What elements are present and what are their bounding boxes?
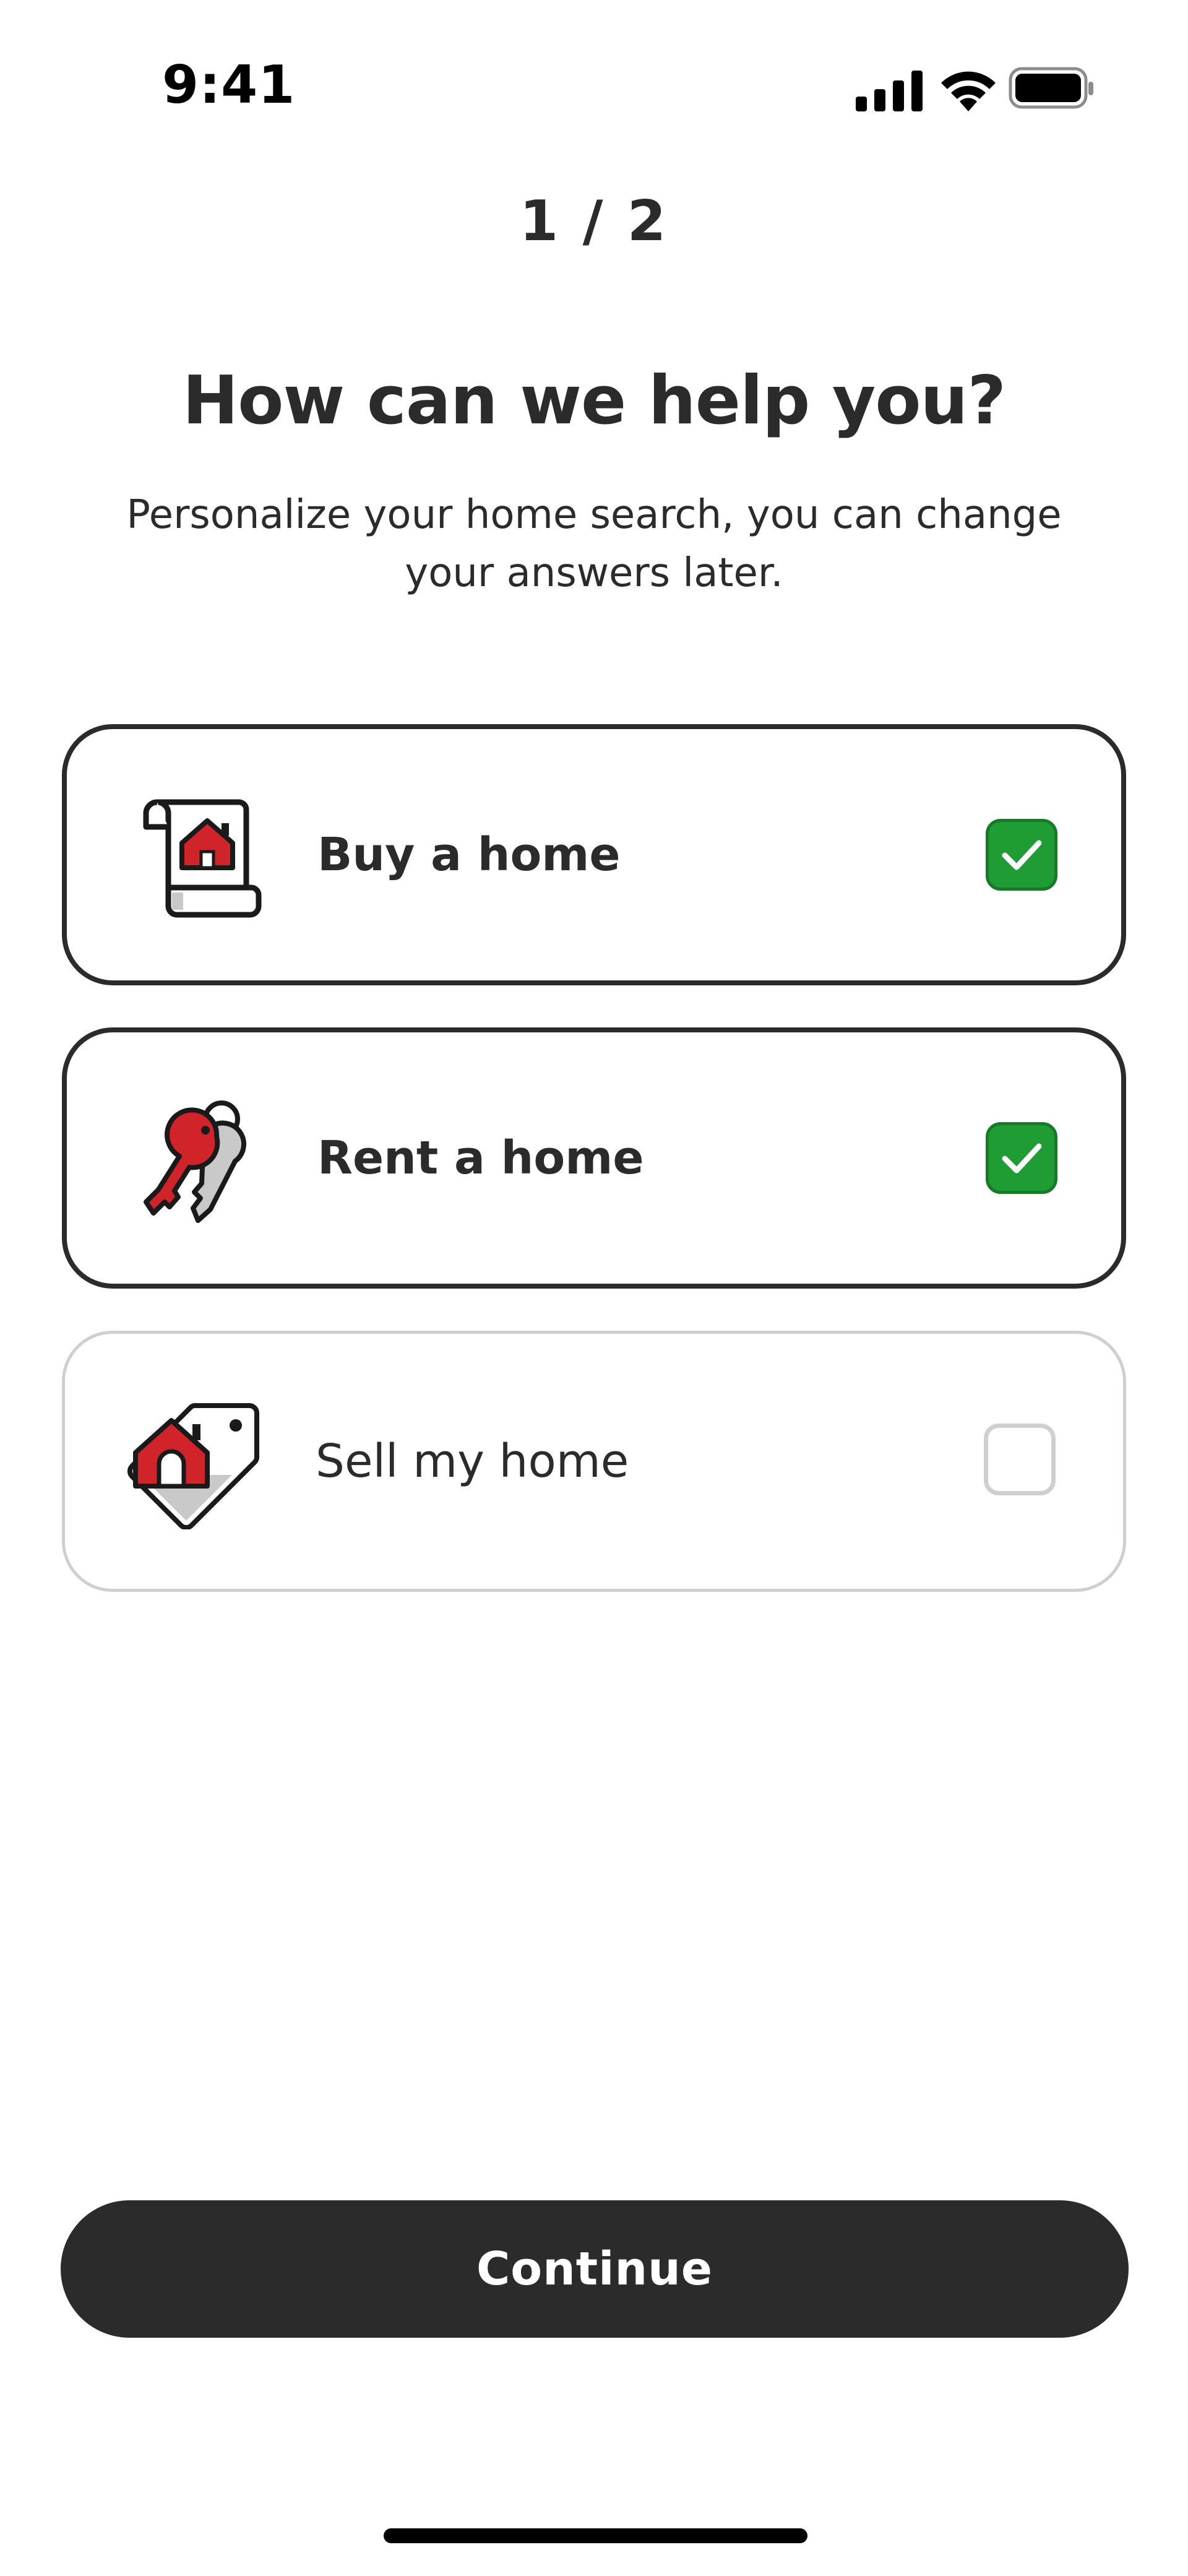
checkbox-rent-home[interactable] xyxy=(986,1122,1057,1194)
wifi-icon xyxy=(941,71,996,111)
option-card-sell-home[interactable]: Sell my home xyxy=(62,1331,1126,1592)
rent-keys-icon xyxy=(144,1100,246,1223)
page-title: How can we help you? xyxy=(182,362,1006,439)
option-label-sell-home: Sell my home xyxy=(316,1435,629,1488)
sell-home-tag-icon xyxy=(127,1403,259,1529)
battery-icon xyxy=(1009,67,1093,109)
option-label-buy-home: Buy a home xyxy=(317,828,621,881)
checkbox-sell-home[interactable] xyxy=(984,1424,1056,1495)
option-label-rent-home: Rent a home xyxy=(317,1131,644,1185)
buy-home-deed-icon xyxy=(143,799,262,918)
checkmark-icon xyxy=(1002,840,1042,870)
continue-button[interactable]: Continue xyxy=(61,2200,1129,2338)
option-card-rent-home[interactable]: Rent a home xyxy=(62,1027,1126,1289)
cellular-signal-icon xyxy=(856,71,923,111)
home-indicator[interactable] xyxy=(384,2528,807,2543)
option-card-buy-home[interactable]: Buy a home xyxy=(62,724,1126,985)
status-icons xyxy=(851,62,1098,118)
checkbox-buy-home[interactable] xyxy=(986,819,1057,891)
page-subtitle: Personalize your home search, you can ch… xyxy=(126,492,1062,596)
checkmark-icon xyxy=(1002,1143,1042,1173)
status-time: 9:41 xyxy=(162,54,296,116)
step-indicator: 1 / 2 xyxy=(519,189,669,254)
status-bar: 9:41 xyxy=(0,0,1188,161)
